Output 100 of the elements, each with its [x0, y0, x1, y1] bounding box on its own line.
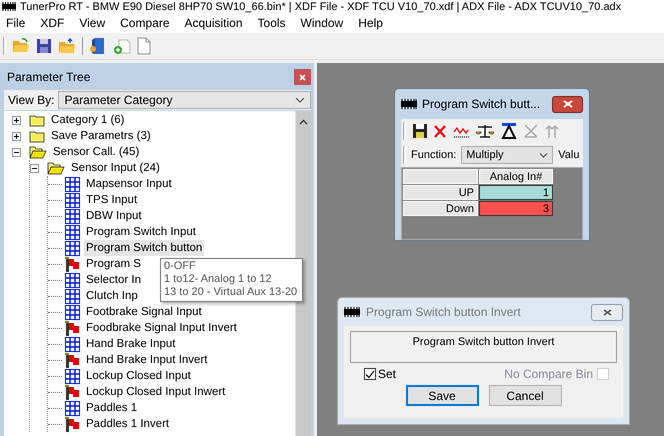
view-by-label: View By: — [8, 93, 54, 107]
door-icon[interactable] — [89, 37, 107, 55]
flag-icon — [65, 256, 80, 272]
row-header: UP — [403, 185, 478, 200]
tooltip-line: 1 to12- Analog 1 to 12 — [164, 273, 273, 286]
tooltip-line: 13 to 20 - Virtual Aux 13-20 — [164, 286, 298, 299]
function-label: Function: — [411, 149, 456, 161]
tree-item[interactable]: Sensor Call. (45) — [51, 144, 142, 160]
menu-item[interactable]: Help — [358, 16, 383, 30]
chip-icon — [344, 307, 360, 317]
dialog-button[interactable]: Save — [406, 385, 478, 406]
table-cell[interactable]: 1 — [479, 185, 553, 200]
folder-arrow-icon[interactable] — [58, 38, 76, 54]
menu-item[interactable]: Compare — [120, 16, 170, 30]
scroll-up-icon[interactable] — [299, 119, 308, 125]
tree-item[interactable]: Category 1 (6) — [49, 112, 127, 128]
flag-icon — [65, 352, 80, 368]
close-icon — [299, 74, 306, 80]
table-icon — [65, 288, 80, 304]
tree-item[interactable]: Footbrake Signal Input — [84, 304, 204, 320]
open-folder-icon — [47, 162, 65, 174]
menu-item[interactable]: File — [6, 16, 26, 30]
tree-item[interactable]: Lockup Closed Input Inwert — [84, 384, 228, 400]
chevron-down-icon — [295, 97, 305, 103]
tree-item[interactable]: Save Parametrs (3) — [49, 128, 153, 144]
close-icon[interactable] — [434, 124, 446, 138]
checkbox-label: No Compare Bin — [504, 367, 593, 381]
document-icon[interactable] — [137, 37, 151, 55]
chip-icon — [2, 2, 16, 11]
save-icon[interactable] — [36, 38, 52, 54]
balance-scale-icon[interactable] — [476, 124, 494, 138]
expand-icon[interactable] — [12, 132, 21, 140]
open-folder-icon — [29, 146, 47, 158]
tree-item[interactable]: Sensor Input (24) — [69, 160, 162, 176]
menu-item[interactable]: XDF — [40, 16, 64, 30]
triangle-icon[interactable] — [501, 123, 517, 139]
function-dropdown[interactable]: Multiply — [461, 146, 554, 164]
view-by-dropdown[interactable]: Parameter Category — [58, 91, 311, 109]
table-icon — [65, 240, 80, 256]
checkbox[interactable] — [364, 368, 376, 380]
close-icon — [602, 308, 612, 316]
dialog-title: Program Switch button Invert — [366, 305, 521, 319]
tree-item[interactable]: Program Switch Input — [84, 224, 198, 240]
row-header: Down — [403, 201, 478, 216]
tree-item[interactable]: DBW Input — [84, 208, 144, 224]
tree-item[interactable]: Program Switch button — [84, 240, 204, 256]
tree-item[interactable]: Program S — [84, 256, 143, 272]
value-label: Valu — [558, 149, 580, 161]
table-icon — [65, 176, 80, 192]
tree-item[interactable]: Paddles 1 Invert — [84, 416, 172, 432]
collapse-icon[interactable] — [12, 148, 21, 156]
collapse-icon[interactable] — [30, 164, 39, 172]
table-icon — [65, 336, 80, 352]
table-cell[interactable]: 3 — [479, 201, 553, 216]
close-button[interactable] — [294, 69, 311, 85]
expand-icon[interactable] — [12, 116, 21, 124]
table-icon — [65, 208, 80, 224]
table-icon — [65, 224, 80, 240]
menu-item[interactable]: Window — [300, 16, 344, 30]
flag-icon — [65, 416, 80, 432]
panel-title: Parameter Tree — [7, 70, 90, 84]
folder-icon — [29, 114, 45, 126]
table-icon — [65, 192, 80, 208]
description-text: Program Switch button Invert — [350, 331, 617, 363]
table-icon — [65, 400, 80, 416]
menu-item[interactable]: View — [79, 16, 106, 30]
close-button[interactable] — [552, 96, 583, 112]
checkbox-label: Set — [378, 367, 396, 381]
close-button[interactable] — [591, 304, 623, 320]
line-graph-icon[interactable] — [453, 124, 469, 138]
scrollbar[interactable] — [295, 111, 311, 436]
arrows-up-icon — [545, 124, 559, 138]
tree-item[interactable]: Hand Brake Input — [84, 336, 178, 352]
folder-icon — [29, 130, 45, 142]
chip-icon — [401, 99, 417, 109]
tree-item[interactable]: Lockup Closed Input — [84, 368, 193, 384]
table-icon — [65, 272, 80, 288]
tree-item[interactable]: Selector In — [84, 272, 143, 288]
chevron-down-icon — [539, 152, 548, 158]
tree-item[interactable]: Mapsensor Input — [84, 176, 174, 192]
check-icon — [365, 370, 375, 378]
tree-item[interactable]: Foodbrake Signal Input Invert — [84, 320, 239, 336]
add-document-icon[interactable] — [113, 37, 131, 55]
table-icon — [65, 368, 80, 384]
flag-icon — [65, 320, 80, 336]
table-icon — [65, 304, 80, 320]
tree-item[interactable]: TPS Input — [84, 192, 140, 208]
flag-icon — [65, 384, 80, 400]
close-icon — [562, 100, 572, 108]
tree-item[interactable]: Clutch Inp — [84, 288, 140, 304]
column-header: Analog In# — [479, 169, 553, 184]
menu-item[interactable]: Acquisition — [184, 16, 243, 30]
open-folder-icon[interactable] — [12, 38, 30, 54]
tree-item[interactable]: Hand Brake Input Invert — [84, 352, 210, 368]
menu-item[interactable]: Tools — [258, 16, 286, 30]
dialog-button[interactable]: Cancel — [488, 385, 562, 406]
tree-item[interactable]: Paddles 1 — [84, 400, 140, 416]
window-title: Program Switch butt... — [422, 97, 540, 111]
window-title: TunerPro RT - BMW E90 Diesel 8HP70 SW10_66.bin* | XDF File - XDF TCU V10_70.xdf | ADX File - ADX TCUV10_70.adx — [20, 0, 622, 12]
save-icon[interactable] — [413, 124, 427, 138]
